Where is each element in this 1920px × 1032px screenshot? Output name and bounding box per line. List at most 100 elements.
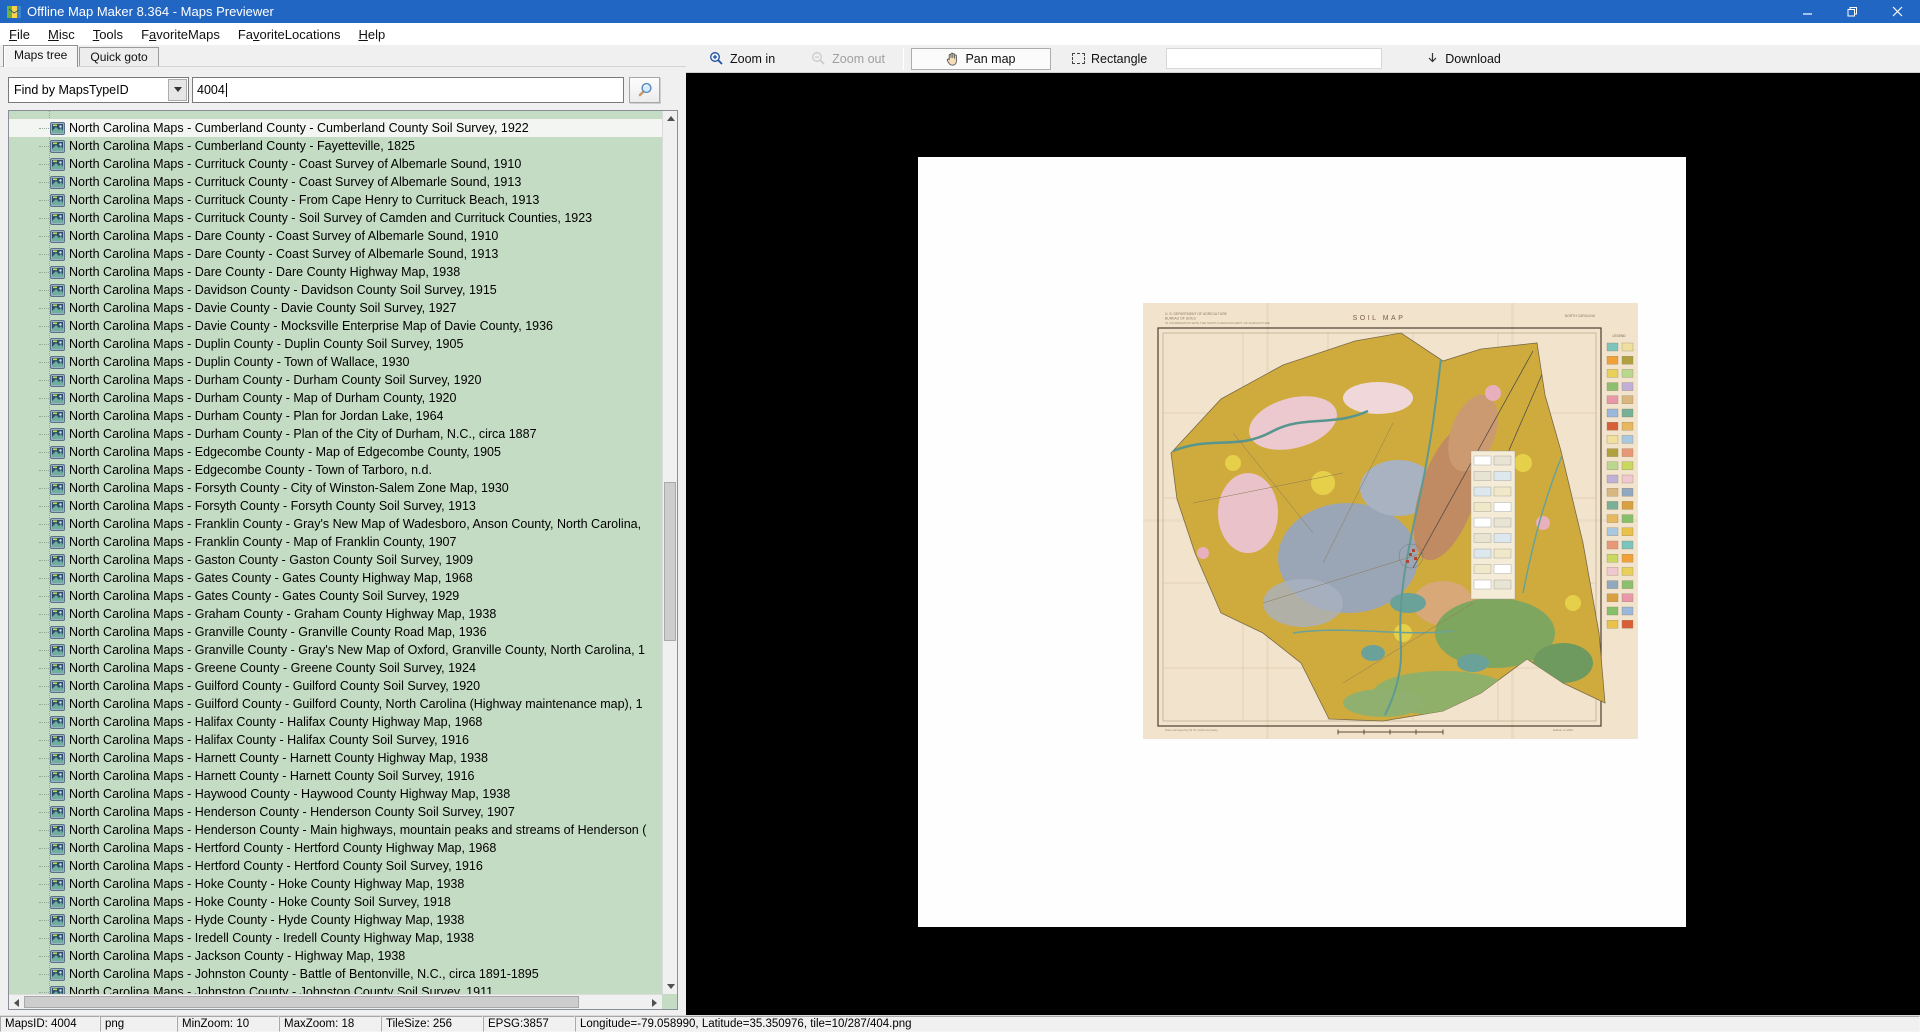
tree-item[interactable]: North Carolina Maps - Graham County - Gr… [9,605,662,623]
tree-item-label: North Carolina Maps - Gates County - Gat… [69,571,473,585]
tree-item[interactable]: North Carolina Maps - Jackson County - H… [9,947,662,965]
tab-maps-tree[interactable]: Maps tree [3,45,78,67]
search-icon [637,82,653,98]
tree-item[interactable]: North Carolina Maps - Durham County - Pl… [9,425,662,443]
tree-item[interactable]: North Carolina Maps - Currituck County -… [9,173,662,191]
tree-item[interactable]: North Carolina Maps - Dare County - Coas… [9,245,662,263]
scroll-right-arrow[interactable] [647,995,662,1010]
menu-help[interactable]: Help [349,25,394,44]
tree-item[interactable]: North Carolina Maps - Currituck County -… [9,155,662,173]
tree-item[interactable]: North Carolina Maps - Halifax County - H… [9,731,662,749]
map-viewport[interactable]: U. S. DEPARTMENT OF AGRICULTURE BUREAU O… [686,73,1920,1015]
search-input[interactable]: 4004 [192,77,624,103]
toolbar-input[interactable] [1166,48,1382,69]
tree-item[interactable]: North Carolina Maps - Gates County - Gat… [9,569,662,587]
tree-connector [39,704,49,705]
tree-item[interactable]: North Carolina Maps - Haywood County - H… [9,785,662,803]
tree-item[interactable]: North Carolina Maps - Greene County - Gr… [9,659,662,677]
tree-item[interactable]: North Carolina Maps - Harnett County - H… [9,749,662,767]
tree-item[interactable]: North Carolina Maps - Henderson County -… [9,803,662,821]
toolbar-separator [903,48,904,70]
tree-item[interactable]: North Carolina Maps - Currituck County -… [9,209,662,227]
tree-item[interactable]: North Carolina Maps - Duplin County - To… [9,353,662,371]
map-thumbnail-icon [50,752,65,765]
menu-file[interactable]: File [0,25,39,44]
tree-item-label: North Carolina Maps - Currituck County -… [69,157,521,171]
tree-item[interactable]: North Carolina Maps - Durham County - Ma… [9,389,662,407]
map-thumbnail-icon [50,266,65,279]
tree-item[interactable]: North Carolina Maps - Gates County - Gat… [9,587,662,605]
menu-tools[interactable]: Tools [84,25,132,44]
tree-item[interactable]: North Carolina Maps - Granville County -… [9,623,662,641]
zoom-out-button[interactable]: Zoom out [800,47,896,70]
svg-text:IN COOPERATION WITH THE NORTH: IN COOPERATION WITH THE NORTH CAROLINA D… [1165,321,1270,325]
tree-item[interactable]: North Carolina Maps - Dare County - Dare… [9,263,662,281]
map-thumbnail-icon [50,824,65,837]
tree-item[interactable]: North Carolina Maps - Johnston County - … [9,983,662,994]
tree-item[interactable]: North Carolina Maps - Currituck County -… [9,191,662,209]
maximize-button[interactable] [1830,0,1875,23]
tree-connector [39,902,49,903]
tree-item[interactable]: North Carolina Maps - Iredell County - I… [9,929,662,947]
minimize-button[interactable] [1785,0,1830,23]
tree-item[interactable]: North Carolina Maps - Halifax County - H… [9,713,662,731]
tree-item[interactable]: North Carolina Maps - Franklin County - … [9,533,662,551]
map-thumbnail-icon [50,590,65,603]
tree-item[interactable]: North Carolina Maps - Edgecombe County -… [9,443,662,461]
menu-favoritelocations[interactable]: FavoriteLocations [229,25,350,44]
tree-item[interactable]: North Carolina Maps - Davie County - Moc… [9,317,662,335]
map-thumbnail-icon [50,518,65,531]
tab-quick-goto[interactable]: Quick goto [79,47,158,66]
tree-vertical-scrollbar[interactable] [662,111,677,994]
tree-item[interactable]: North Carolina Maps - Johnston County - … [9,965,662,983]
rectangle-button[interactable]: Rectangle [1061,48,1158,70]
tree-horizontal-scrollbar[interactable] [9,994,662,1009]
find-by-combobox[interactable]: Find by MapsTypeID [8,77,189,103]
tree-item[interactable]: North Carolina Maps - Davidson County - … [9,281,662,299]
tree-item[interactable]: North Carolina Maps - Franklin County - … [9,515,662,533]
tree-connector [39,488,49,489]
combobox-dropdown-button[interactable] [168,79,187,101]
menu-favoritemaps[interactable]: FavoriteMaps [132,25,229,44]
tree-item-label: North Carolina Maps - Granville County -… [69,625,487,639]
tree-item[interactable]: North Carolina Maps - Durham County - Du… [9,371,662,389]
tree-item[interactable]: North Carolina Maps - Guilford County - … [9,677,662,695]
download-button[interactable]: Download [1416,49,1511,69]
map-thumbnail-icon [50,662,65,675]
tree-item[interactable]: North Carolina Maps - Hoke County - Hoke… [9,893,662,911]
tree-item[interactable]: North Carolina Maps - Henderson County -… [9,821,662,839]
pan-map-button[interactable]: Pan map [911,48,1051,70]
tree-item[interactable]: North Carolina Maps - Cumberland County … [9,119,662,137]
tree-item[interactable]: North Carolina Maps - Cumberland County … [9,137,662,155]
tree-item[interactable]: North Carolina Maps - Durham County - Pl… [9,407,662,425]
tree-item[interactable]: North Carolina Maps - Hyde County - Hyde… [9,911,662,929]
tree-item[interactable]: North Carolina Maps - Hertford County - … [9,839,662,857]
tree-item[interactable]: North Carolina Maps - Harnett County - H… [9,767,662,785]
search-button[interactable] [629,77,660,103]
tree-item[interactable]: North Carolina Maps - Forsyth County - C… [9,479,662,497]
tree-item[interactable]: North Carolina Maps - Hertford County - … [9,857,662,875]
tree-item[interactable]: North Carolina Maps - Dare County - Coas… [9,227,662,245]
window-title: Offline Map Maker 8.364 - Maps Previewer [27,4,274,19]
tree-item[interactable]: North Carolina Maps - Granville County -… [9,641,662,659]
scroll-down-arrow[interactable] [663,979,678,994]
vertical-scroll-thumb[interactable] [664,482,676,641]
tree-item[interactable]: North Carolina Maps - Forsyth County - F… [9,497,662,515]
tree-connector [39,416,49,417]
menu-misc[interactable]: Misc [39,25,84,44]
scroll-up-arrow[interactable] [663,111,678,126]
zoom-in-button[interactable]: Zoom in [698,47,786,70]
tree-item[interactable]: North Carolina Maps - Davie County - Dav… [9,299,662,317]
preview-panel: Zoom in Zoom out Pan map Rectangle [686,45,1920,1015]
app-icon [6,4,22,20]
scroll-left-arrow[interactable] [9,995,24,1010]
map-thumbnail-icon [50,536,65,549]
horizontal-scroll-thumb[interactable] [24,996,579,1008]
tree-item[interactable]: North Carolina Maps - Hoke County - Hoke… [9,875,662,893]
tree-item-label: North Carolina Maps - Johnston County - … [69,985,493,994]
tree-item[interactable]: North Carolina Maps - Gaston County - Ga… [9,551,662,569]
tree-item[interactable]: North Carolina Maps - Edgecombe County -… [9,461,662,479]
close-button[interactable] [1875,0,1920,23]
tree-item[interactable]: North Carolina Maps - Guilford County - … [9,695,662,713]
tree-item[interactable]: North Carolina Maps - Duplin County - Du… [9,335,662,353]
